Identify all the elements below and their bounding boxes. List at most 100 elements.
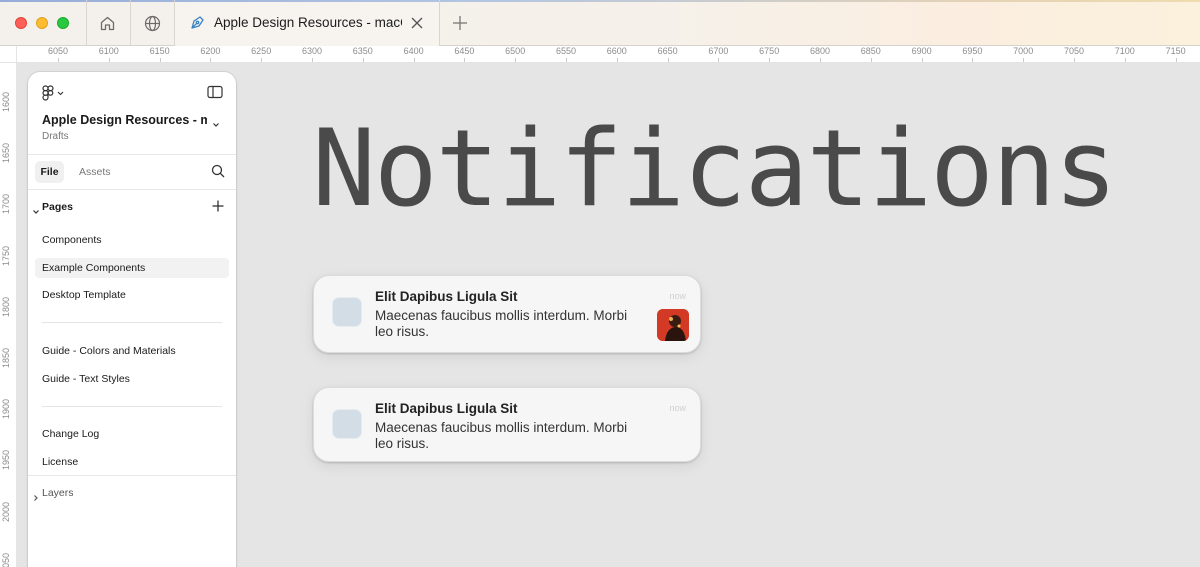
ruler-tick	[108, 58, 110, 62]
search-icon[interactable]	[211, 164, 225, 178]
ruler-corner	[0, 46, 17, 63]
ruler-tick-label: 6900	[911, 46, 932, 56]
pages-header[interactable]: Pages	[42, 201, 73, 213]
ruler-tick-label: 6600	[606, 46, 627, 56]
app-icon-placeholder	[332, 409, 362, 439]
ruler-tick	[616, 58, 618, 62]
page-separator	[42, 322, 222, 323]
figma-menu-button[interactable]	[42, 85, 68, 101]
ruler-tick-label: 6500	[505, 46, 526, 56]
notification-card[interactable]: Elit Dapibus Ligula Sit Maecenas faucibu…	[313, 275, 701, 353]
ruler-tick-label: 6350	[352, 46, 373, 56]
ruler-tick-label: 6950	[962, 46, 983, 56]
ruler-tick	[312, 58, 313, 62]
ruler-tick	[413, 58, 415, 62]
ruler-tick-label: 6400	[403, 46, 424, 56]
ruler-tick	[210, 58, 212, 62]
ruler-tick-label: 6650	[657, 46, 678, 56]
page-item[interactable]: Guide - Colors and Materials	[42, 345, 176, 357]
notification-title: Elit Dapibus Ligula Sit	[375, 289, 518, 304]
ruler-tick-label: 6700	[708, 46, 729, 56]
ruler-tick-label: 7050	[1063, 46, 1085, 56]
layers-header[interactable]: Layers	[42, 487, 74, 499]
notification-body: Maecenas faucibus mollis interdum. Morbi…	[375, 308, 628, 339]
tab-divider	[86, 0, 87, 46]
ruler-tick-label: 6450	[454, 46, 475, 56]
page-item[interactable]: License	[42, 456, 78, 468]
notification-card[interactable]: Elit Dapibus Ligula Sit Maecenas faucibu…	[313, 387, 701, 462]
app-icon-placeholder	[332, 297, 362, 327]
plus-icon[interactable]	[451, 14, 469, 32]
chevron-down-icon[interactable]	[212, 116, 220, 127]
ruler-tick-label: 1750	[1, 245, 11, 266]
ruler-tick-label: 1650	[1, 143, 11, 164]
notification-body: Maecenas faucibus mollis interdum. Morbi…	[375, 420, 628, 451]
layers-panel: Apple Design Resources - m... Drafts Fil…	[28, 72, 236, 567]
file-location[interactable]: Drafts	[42, 131, 69, 142]
ruler-tick	[870, 58, 872, 62]
figma-pen-icon	[187, 13, 207, 33]
ruler-tick-label: 2050	[1, 552, 11, 567]
page-item[interactable]: Components	[42, 234, 102, 246]
chevron-right-icon[interactable]	[32, 489, 40, 501]
ruler-tick	[718, 58, 720, 62]
ruler-tick	[972, 58, 974, 62]
figma-logo-icon	[42, 85, 54, 101]
active-tab-title: Apple Design Resources - macOS	[214, 15, 402, 30]
file-name[interactable]: Apple Design Resources - m...	[42, 113, 207, 127]
chevron-down-icon[interactable]	[32, 203, 40, 214]
ruler-tick	[464, 58, 466, 62]
notification-time: now	[669, 291, 686, 301]
ruler-tick-label: 6100	[98, 46, 119, 56]
ruler-tick-label: 1700	[1, 194, 11, 215]
ruler-tick	[1023, 58, 1025, 62]
ruler-tick-label: 1900	[1, 399, 11, 420]
ruler-tick-label: 6200	[200, 46, 221, 56]
ruler-tick	[769, 58, 771, 62]
browser-tab-bar: Apple Design Resources - macOS	[0, 0, 1200, 46]
divider	[28, 189, 236, 190]
ruler-tick-label: 7150	[1165, 46, 1186, 56]
ruler-tick-label: 6250	[251, 46, 272, 56]
page-item[interactable]: Guide - Text Styles	[42, 373, 130, 385]
notification-thumbnail	[657, 309, 689, 341]
vertical-ruler: 1600 1650 1700 1750 1800 1850 1900 1950 2000 2050	[0, 63, 17, 567]
chevron-down-icon	[57, 91, 64, 95]
notification-time: now	[669, 403, 686, 413]
notification-title: Elit Dapibus Ligula Sit	[375, 401, 518, 416]
ruler-tick-label: 6150	[149, 46, 170, 56]
ruler-tick-label: 6050	[47, 46, 69, 56]
close-window-button[interactable]	[15, 17, 27, 29]
horizontal-ruler: 6050 6100 6150 6200 6250 6300 6350 6400 6450 6500…	[0, 46, 1200, 63]
page-separator	[42, 406, 222, 407]
add-page-icon[interactable]	[211, 199, 225, 213]
tab-assets[interactable]: Assets	[79, 166, 111, 178]
globe-icon[interactable]	[142, 13, 162, 33]
ruler-tick-label: 1950	[1, 450, 11, 471]
sidebar-toggle-icon[interactable]	[207, 85, 223, 99]
ruler-tick	[820, 58, 821, 62]
ruler-tick-label: 1600	[1, 91, 11, 113]
ruler-tick	[1175, 58, 1177, 62]
ruler-tick-label: 1850	[1, 347, 11, 369]
tab-divider	[130, 0, 131, 46]
ruler-tick-label: 2000	[1, 501, 11, 522]
ruler-tick	[362, 58, 364, 62]
divider	[28, 154, 236, 155]
close-icon[interactable]	[409, 15, 425, 31]
minimize-window-button[interactable]	[36, 17, 48, 29]
ruler-tick	[515, 58, 517, 62]
fullscreen-window-button[interactable]	[57, 17, 69, 29]
page-item[interactable]: Example Components	[42, 262, 145, 274]
page-item[interactable]: Desktop Template	[42, 289, 126, 301]
ruler-tick-label: 6300	[301, 46, 323, 56]
tab-file[interactable]: File	[35, 161, 64, 183]
ruler-tick-label: 7000	[1013, 46, 1034, 56]
ruler-tick	[58, 58, 59, 62]
divider	[28, 475, 236, 476]
page-item[interactable]: Change Log	[42, 428, 99, 440]
canvas-heading: Notifications	[312, 107, 1118, 230]
home-icon[interactable]	[97, 13, 117, 33]
ruler-tick-label: 6800	[809, 46, 831, 56]
ruler-tick-label: 1800	[1, 296, 11, 317]
